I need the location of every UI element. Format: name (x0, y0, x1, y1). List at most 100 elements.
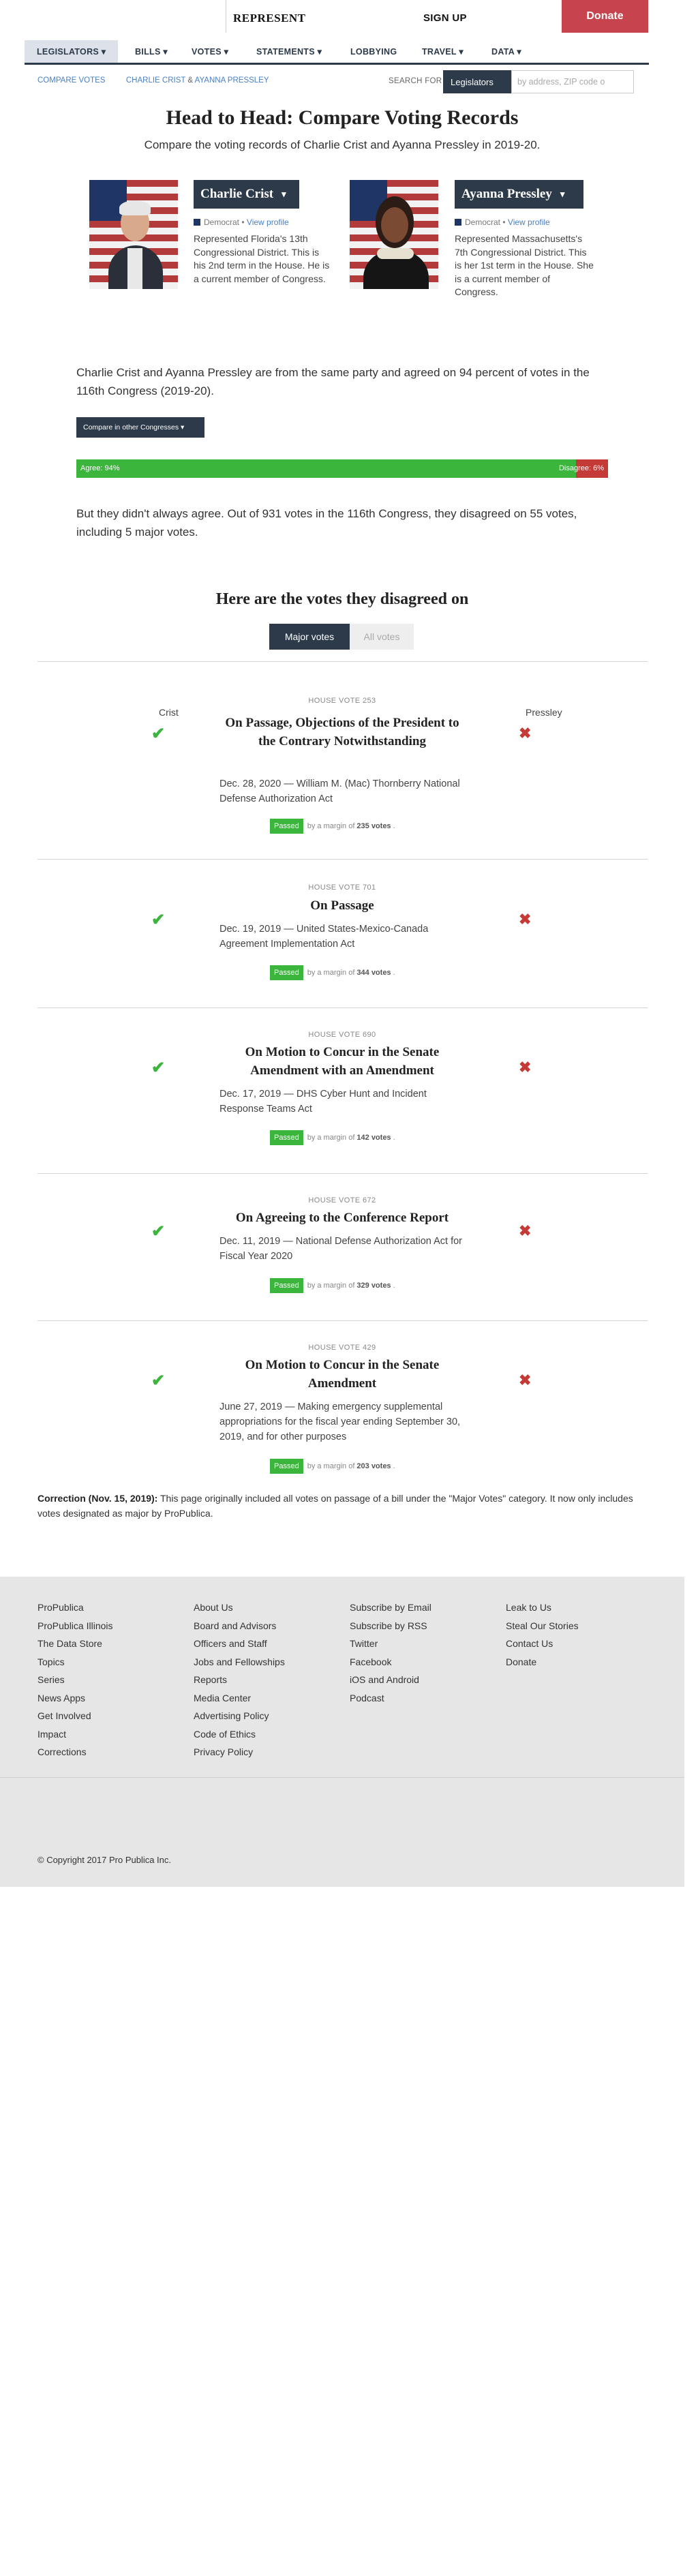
nav-votes[interactable]: VOTES ▾ (192, 40, 228, 63)
nav-travel[interactable]: TRAVEL ▾ (422, 40, 464, 63)
member-b-dropdown[interactable]: Ayanna Pressley ▾ (455, 180, 583, 209)
agreement-bar: Agree: 94% Disagree: 6% (76, 459, 608, 478)
footer-link[interactable]: Topics (37, 1656, 65, 1667)
check-icon: ✔ (151, 1372, 166, 1390)
passed-badge: Passed (270, 819, 303, 834)
tab-all-votes[interactable]: All votes (350, 624, 414, 650)
vote-number: HOUSE VOTE 429 (308, 1344, 376, 1352)
margin-prefix: by a margin of (307, 1282, 355, 1290)
footer-link[interactable]: Series (37, 1674, 65, 1685)
nav-bills[interactable]: BILLS ▾ (135, 40, 168, 63)
divider (37, 1173, 648, 1174)
footer-link[interactable]: Code of Ethics (194, 1729, 256, 1740)
member-a-dropdown[interactable]: Charlie Crist ▾ (194, 180, 299, 209)
party-square-icon (455, 219, 461, 226)
disagreed-heading: Here are the votes they disagreed on (215, 590, 469, 608)
page-subtitle: Compare the voting records of Charlie Cr… (144, 138, 541, 151)
divider (37, 661, 648, 662)
footer-link[interactable]: About Us (194, 1602, 233, 1613)
nav-legislators[interactable]: LEGISLATORS ▾ (25, 40, 119, 63)
cross-icon: ✖ (519, 725, 532, 742)
compare-congresses-dropdown[interactable]: Compare in other Congresses ▾ (76, 417, 204, 438)
vote-result: Passed by a margin of 235 votes. (270, 819, 395, 834)
vote-title-link[interactable]: On Motion to Concur in the Senate Amendm… (219, 1356, 465, 1393)
represent-logo-link[interactable]: REPRESENT (233, 12, 306, 25)
footer-link[interactable]: Contact Us (506, 1638, 553, 1649)
footer-link[interactable]: The Data Store (37, 1638, 102, 1649)
member-a-party: Democrat • View profile (194, 217, 289, 227)
footer-link[interactable]: Podcast (350, 1693, 384, 1703)
footer-link[interactable]: Steal Our Stories (506, 1620, 579, 1631)
disagreement-summary: But they didn't always agree. Out of 931… (76, 507, 577, 539)
copyright: © Copyright 2017 Pro Publica Inc. (37, 1855, 172, 1865)
nav-data[interactable]: DATA ▾ (491, 40, 521, 63)
page-title: Head to Head: Compare Voting Records (166, 106, 519, 129)
footer-link[interactable]: Get Involved (37, 1710, 91, 1721)
member-a-profile-link[interactable]: View profile (247, 217, 289, 227)
footer-link[interactable]: Impact (37, 1729, 66, 1740)
top-bar: REPRESENT SIGN UP Donate (0, 0, 698, 38)
correction-note: Correction (Nov. 15, 2019): This page or… (37, 1491, 648, 1521)
donate-button[interactable]: Donate (562, 0, 648, 33)
member-b-profile-link[interactable]: View profile (508, 217, 550, 227)
vote-number: HOUSE VOTE 701 (308, 883, 376, 892)
chevron-down-icon: ▾ (282, 189, 286, 199)
margin-suffix: . (393, 1134, 395, 1142)
footer-link[interactable]: iOS and Android (350, 1674, 419, 1685)
vote-description: Dec. 17, 2019 — DHS Cyber Hunt and Incid… (219, 1089, 427, 1115)
breadcrumb-member-a[interactable]: CHARLIE CRIST (126, 76, 185, 85)
breadcrumb: COMPARE VOTES CHARLIE CRIST & AYANNA PRE… (37, 76, 269, 85)
nav-statements[interactable]: STATEMENTS ▾ (256, 40, 322, 63)
vote-title-link[interactable]: On Agreeing to the Conference Report (219, 1209, 465, 1227)
main-nav: LEGISLATORS ▾ BILLS ▾ VOTES ▾ STATEMENTS… (25, 40, 649, 65)
margin-prefix: by a margin of (307, 1462, 355, 1470)
footer-link[interactable]: News Apps (37, 1693, 85, 1703)
tab-major-votes[interactable]: Major votes (269, 624, 350, 650)
footer-link[interactable]: Subscribe by RSS (350, 1620, 427, 1631)
margin-suffix: . (393, 969, 395, 977)
vote-result: Passed by a margin of 142 votes. (270, 1130, 395, 1145)
breadcrumb-compare-votes[interactable]: COMPARE VOTES (37, 76, 105, 85)
chevron-down-icon: ▾ (560, 189, 565, 199)
search-type-select[interactable]: Legislators (443, 70, 511, 93)
vote-description: Dec. 11, 2019 — National Defense Authori… (219, 1236, 462, 1262)
footer-link[interactable]: Reports (194, 1674, 227, 1685)
sign-up-link[interactable]: SIGN UP (423, 12, 467, 24)
pressley-photo (350, 180, 438, 289)
search-input[interactable]: by address, ZIP code o (511, 70, 634, 93)
footer-column-3: Subscribe by Email Subscribe by RSS Twit… (350, 1602, 431, 1710)
footer-link[interactable]: Leak to Us (506, 1602, 551, 1613)
footer-link[interactable]: Subscribe by Email (350, 1602, 431, 1613)
nav-lobbying[interactable]: LOBBYING (350, 40, 397, 63)
footer-link[interactable]: Corrections (37, 1746, 87, 1757)
margin-value: 235 votes (356, 822, 391, 830)
passed-badge: Passed (270, 1278, 303, 1293)
footer-link[interactable]: Advertising Policy (194, 1710, 269, 1721)
passed-badge: Passed (270, 1130, 303, 1145)
check-icon: ✔ (151, 911, 166, 929)
vote-description: June 27, 2019 — Making emergency supplem… (219, 1401, 461, 1442)
footer-link[interactable]: ProPublica Illinois (37, 1620, 113, 1631)
footer-link[interactable]: Facebook (350, 1656, 391, 1667)
vote-title-link[interactable]: On Passage (219, 896, 465, 915)
vote-title-link[interactable]: On Passage, Objections of the President … (219, 714, 465, 751)
margin-prefix: by a margin of (307, 969, 355, 977)
search-label: SEARCH FOR (389, 77, 442, 85)
footer-link[interactable]: ProPublica (37, 1602, 84, 1613)
footer-link[interactable]: Donate (506, 1656, 536, 1667)
vote-number: HOUSE VOTE 253 (308, 697, 376, 705)
footer-link[interactable]: Officers and Staff (194, 1638, 267, 1649)
member-a-party-label: Democrat (204, 217, 240, 227)
footer-link[interactable]: Board and Advisors (194, 1620, 276, 1631)
party-square-icon (194, 219, 200, 226)
footer-link[interactable]: Twitter (350, 1638, 378, 1649)
footer-link[interactable]: Jobs and Fellowships (194, 1656, 285, 1667)
member-b-party-label: Democrat (465, 217, 501, 227)
footer-link[interactable]: Privacy Policy (194, 1746, 253, 1757)
margin-suffix: . (393, 1462, 395, 1470)
cross-icon: ✖ (519, 911, 532, 928)
footer-link[interactable]: Media Center (194, 1693, 251, 1703)
vote-title-link[interactable]: On Motion to Concur in the Senate Amendm… (219, 1043, 465, 1080)
breadcrumb-member-b[interactable]: AYANNA PRESSLEY (195, 76, 269, 85)
vote-result: Passed by a margin of 203 votes. (270, 1459, 395, 1474)
